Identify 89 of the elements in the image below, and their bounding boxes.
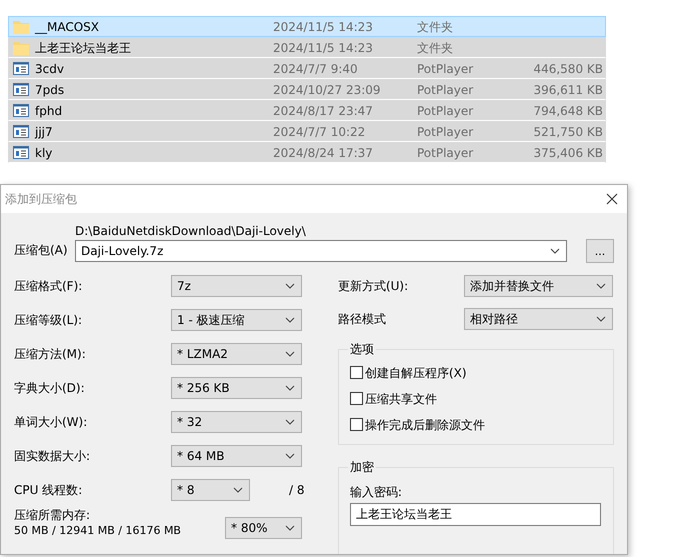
- file-date: 2024/7/7 10:22: [273, 124, 366, 138]
- field-label: 单词大小(W):: [14, 414, 88, 431]
- chevron-down-icon: [233, 487, 243, 493]
- chevron-down-icon: [550, 248, 560, 254]
- file-row[interactable]: __MACOSX 2024/11/5 14:23 文件夹: [8, 16, 606, 37]
- memory-usage-text: 50 MB / 12941 MB / 16176 MB: [14, 523, 182, 539]
- media-file-icon: [13, 104, 29, 117]
- field-label: 输入密码:: [350, 484, 403, 501]
- file-type: PotPlayer: [417, 104, 474, 118]
- thread-total: / 8: [289, 482, 304, 499]
- field-label: 更新方式(U):: [338, 278, 410, 295]
- file-type: PotPlayer: [417, 124, 474, 138]
- checkbox-label: 操作完成后删除源文件: [364, 416, 485, 434]
- dropdown-field[interactable]: 7z: [171, 275, 302, 297]
- media-file-icon: [13, 83, 29, 96]
- file-name: kly: [35, 144, 52, 162]
- file-name: 上老王论坛当老王: [35, 40, 131, 56]
- dropdown-field[interactable]: * 256 KB: [171, 377, 302, 399]
- field-label: CPU 线程数:: [14, 482, 84, 499]
- chevron-down-icon: [285, 419, 295, 425]
- file-row[interactable]: 3cdv 2024/7/7 9:40 PotPlayer 446,580 KB: [8, 58, 606, 79]
- file-name: jjj7: [35, 124, 53, 140]
- dropdown-field[interactable]: * 80%: [225, 517, 302, 539]
- password-field[interactable]: 上老王论坛当老王: [350, 503, 601, 526]
- file-date: 2024/11/5 14:23: [273, 20, 373, 34]
- file-name: 3cdv: [35, 60, 64, 78]
- chevron-down-icon: [285, 385, 295, 391]
- checkbox[interactable]: [350, 366, 363, 379]
- file-row[interactable]: 7pds 2024/10/27 23:09 PotPlayer 396,611 KB: [8, 79, 606, 100]
- group-title: 选项: [348, 342, 376, 356]
- dropdown-field[interactable]: 1 - 极速压缩: [171, 309, 302, 331]
- field-label: 压缩包(A): [14, 242, 69, 259]
- file-date: 2024/7/7 9:40: [273, 62, 358, 76]
- dropdown-field[interactable]: * 64 MB: [171, 445, 302, 467]
- file-name: __MACOSX: [35, 18, 100, 36]
- file-date: 2024/10/27 23:09: [273, 82, 381, 96]
- dropdown-field[interactable]: * 32: [171, 411, 302, 433]
- archive-name-field[interactable]: Daji-Lovely.7z: [75, 240, 567, 262]
- media-file-icon: [13, 125, 29, 138]
- file-type: PotPlayer: [417, 82, 474, 96]
- file-type: PotPlayer: [417, 146, 474, 160]
- checkbox-label: 创建自解压程序(X): [364, 364, 467, 382]
- browse-button[interactable]: ...: [586, 239, 614, 263]
- chevron-down-icon: [285, 453, 295, 459]
- file-name: 7pds: [35, 82, 64, 98]
- dropdown-field[interactable]: * LZMA2: [171, 343, 302, 365]
- file-name: fphd: [35, 102, 62, 120]
- file-type: PotPlayer: [417, 62, 474, 76]
- field-label: 压缩格式(F):: [14, 278, 84, 295]
- path-text: D:\BaiduNetdiskDownload\Daji-Lovely\: [75, 223, 307, 239]
- folder-icon: [13, 20, 29, 34]
- chevron-down-icon: [596, 316, 606, 322]
- chevron-down-icon: [285, 283, 295, 289]
- chevron-down-icon: [285, 351, 295, 357]
- chevron-down-icon: [285, 317, 295, 323]
- file-type: 文件夹: [417, 40, 453, 54]
- file-row[interactable]: fphd 2024/8/17 23:47 PotPlayer 794,648 KB: [8, 100, 606, 121]
- chevron-down-icon: [285, 525, 295, 531]
- close-icon[interactable]: [606, 193, 618, 205]
- field-label: 压缩方法(M):: [14, 346, 87, 363]
- dropdown-field[interactable]: 相对路径: [464, 308, 613, 330]
- file-date: 2024/11/5 14:23: [273, 40, 373, 54]
- file-row[interactable]: 上老王论坛当老王 2024/11/5 14:23 文件夹: [8, 37, 606, 58]
- file-date: 2024/8/17 23:47: [273, 104, 373, 118]
- checkbox[interactable]: [350, 392, 363, 405]
- field-label: 压缩等级(L):: [14, 312, 84, 329]
- window-title: 添加到压缩包: [5, 191, 77, 208]
- field-label: 固实数据大小:: [14, 448, 92, 465]
- field-label: 压缩所需内存:: [14, 507, 92, 523]
- field-label: 路径模式: [338, 311, 387, 328]
- file-size: 375,406 KB: [533, 146, 603, 160]
- checkbox[interactable]: [350, 418, 363, 431]
- file-size: 794,648 KB: [533, 104, 603, 118]
- file-date: 2024/8/24 17:37: [273, 146, 373, 160]
- file-row[interactable]: jjj7 2024/7/7 10:22 PotPlayer 521,750 KB: [8, 121, 606, 142]
- media-file-icon: [13, 62, 29, 75]
- file-type: 文件夹: [417, 20, 453, 34]
- folder-icon: [13, 40, 29, 54]
- chevron-down-icon: [596, 283, 606, 289]
- dropdown-field[interactable]: 添加并替换文件: [464, 275, 613, 297]
- file-row[interactable]: kly 2024/8/24 17:37 PotPlayer 375,406 KB: [8, 142, 606, 163]
- media-file-icon: [13, 146, 29, 159]
- checkbox-label: 压缩共享文件: [364, 390, 437, 408]
- field-label: 字典大小(D):: [14, 380, 86, 397]
- file-size: 521,750 KB: [533, 124, 603, 138]
- dropdown-field[interactable]: * 8: [171, 479, 250, 501]
- group-title: 加密: [348, 460, 376, 474]
- file-size: 396,611 KB: [533, 82, 603, 96]
- file-size: 446,580 KB: [533, 62, 603, 76]
